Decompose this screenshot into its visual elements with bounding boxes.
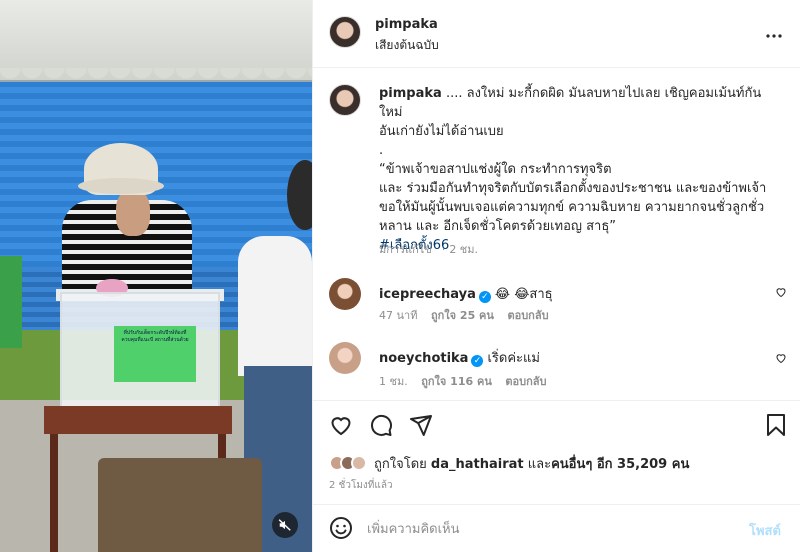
table-leg	[50, 434, 58, 552]
caption-line: หลาน และ อีกเจ็ดชั่วโคตรด้วยเทอญ สาธุ”	[379, 219, 617, 234]
comment-body: เริ่ดค่ะแม่	[487, 351, 540, 366]
voter-hat-brim	[78, 178, 164, 194]
comment-body: 😂 😂สาธุ	[494, 287, 553, 302]
post-header: pimpaka เสียงต้นฉบับ	[313, 0, 800, 68]
caption-line: .	[379, 143, 384, 158]
comment-likes[interactable]: ถูกใจ 116 คน	[421, 375, 492, 388]
caption-meta: มีการแก้ไข · 2 ชม.	[379, 243, 479, 256]
caption-avatar[interactable]	[329, 84, 361, 116]
commenter-avatar[interactable]	[329, 278, 361, 310]
comment-input[interactable]	[367, 517, 727, 541]
likes-text: ถูกใจโดย da_hathairat และคนอื่นๆ อีก 35,…	[374, 453, 689, 474]
comment-meta: 1 ชม. ถูกใจ 116 คน ตอบกลับ	[379, 372, 556, 390]
ballot-box-label: ที่ปรับกับเต็ดกระดับปีรษ์ท้องที่ควบคุมที…	[114, 326, 196, 382]
mute-button[interactable]	[272, 512, 298, 538]
reply-button[interactable]: ตอบกลับ	[507, 309, 548, 322]
caption-line: และ ร่วมมือกันทำทุจริตกับบัตรเลือกตั้งขอ…	[379, 181, 767, 196]
comment-meta: 47 นาที ถูกใจ 25 คน ตอบกลับ	[379, 306, 559, 324]
likes-others[interactable]: คนอื่นๆ อีก 35,209 คน	[551, 457, 689, 472]
voter-hands	[116, 190, 150, 236]
bystander-shirt	[238, 236, 312, 376]
edited-label: มีการแก้ไข	[379, 243, 432, 256]
green-box	[0, 256, 22, 348]
likes-summary: ถูกใจโดย da_hathairat และคนอื่นๆ อีก 35,…	[329, 452, 689, 474]
mute-icon	[278, 519, 291, 531]
save-button[interactable]	[765, 413, 787, 441]
share-button[interactable]	[409, 413, 433, 441]
verified-icon: ✓	[471, 355, 484, 367]
liker-username[interactable]: da_hathairat	[431, 457, 524, 472]
post-details-panel: pimpaka เสียงต้นฉบับ pimpaka .... ลงใหม่…	[312, 0, 800, 552]
emoji-icon	[330, 517, 352, 539]
comment-icon	[371, 414, 392, 436]
bookmark-icon	[767, 414, 785, 436]
share-icon	[410, 415, 432, 436]
post-image[interactable]: ที่ปรับกับเต็ดกระดับปีรษ์ท้องที่ควบคุมที…	[0, 0, 312, 552]
like-comment-button[interactable]	[775, 286, 787, 302]
comment-button[interactable]	[369, 413, 393, 441]
like-comment-button[interactable]	[775, 352, 787, 368]
caption-username[interactable]: pimpaka	[379, 86, 442, 101]
likes-middle: และ	[527, 456, 552, 472]
more-options-button[interactable]	[765, 24, 783, 43]
caption: pimpaka .... ลงใหม่ มะกี้กดผิด มันลบหายไ…	[379, 84, 779, 255]
action-bar	[313, 400, 800, 456]
comment-likes[interactable]: ถูกใจ 25 คน	[431, 309, 494, 322]
verified-icon: ✓	[478, 291, 491, 303]
post-button[interactable]: โพสต์	[749, 520, 781, 541]
audio-label[interactable]: เสียงต้นฉบับ	[375, 36, 439, 55]
add-comment-bar: โพสต์	[313, 504, 800, 552]
liker-avatar[interactable]	[351, 455, 367, 471]
comment: noeychotika ✓ เริ่ดค่ะแม่	[379, 347, 540, 368]
like-button[interactable]	[329, 413, 353, 441]
caption-time: 2 ชม.	[449, 243, 479, 256]
comment: icepreechaya ✓ 😂 😂สาธุ	[379, 283, 553, 304]
comment-time: 47 นาที	[379, 309, 418, 322]
post-time[interactable]: 2 ชั่วโมงที่แล้ว	[329, 478, 393, 493]
comment-username[interactable]: icepreechaya	[379, 287, 476, 302]
table	[44, 406, 232, 434]
likes-prefix: ถูกใจโดย	[374, 456, 427, 472]
comment-username[interactable]: noeychotika	[379, 351, 468, 366]
heart-icon	[776, 354, 786, 364]
more-icon	[766, 34, 782, 38]
emoji-button[interactable]	[329, 516, 353, 544]
reply-button[interactable]: ตอบกลับ	[505, 375, 546, 388]
comment-time: 1 ชม.	[379, 375, 408, 388]
caption-line: ขอให้มันผู้นั้นพบเจอแต่ความทุกข์ ความฉิบ…	[379, 200, 765, 215]
heart-icon	[776, 288, 786, 298]
chair	[98, 458, 262, 552]
caption-line: อันเก่ายังไม่ได้อ่านเบย	[379, 124, 504, 139]
commenter-avatar[interactable]	[329, 342, 361, 374]
author-username[interactable]: pimpaka	[375, 17, 438, 32]
heart-icon	[331, 417, 351, 436]
avatar[interactable]	[329, 16, 361, 48]
caption-line: “ข้าพเจ้าขอสาปแช่งผู้ใด กระทำการทุจริต	[379, 162, 612, 177]
